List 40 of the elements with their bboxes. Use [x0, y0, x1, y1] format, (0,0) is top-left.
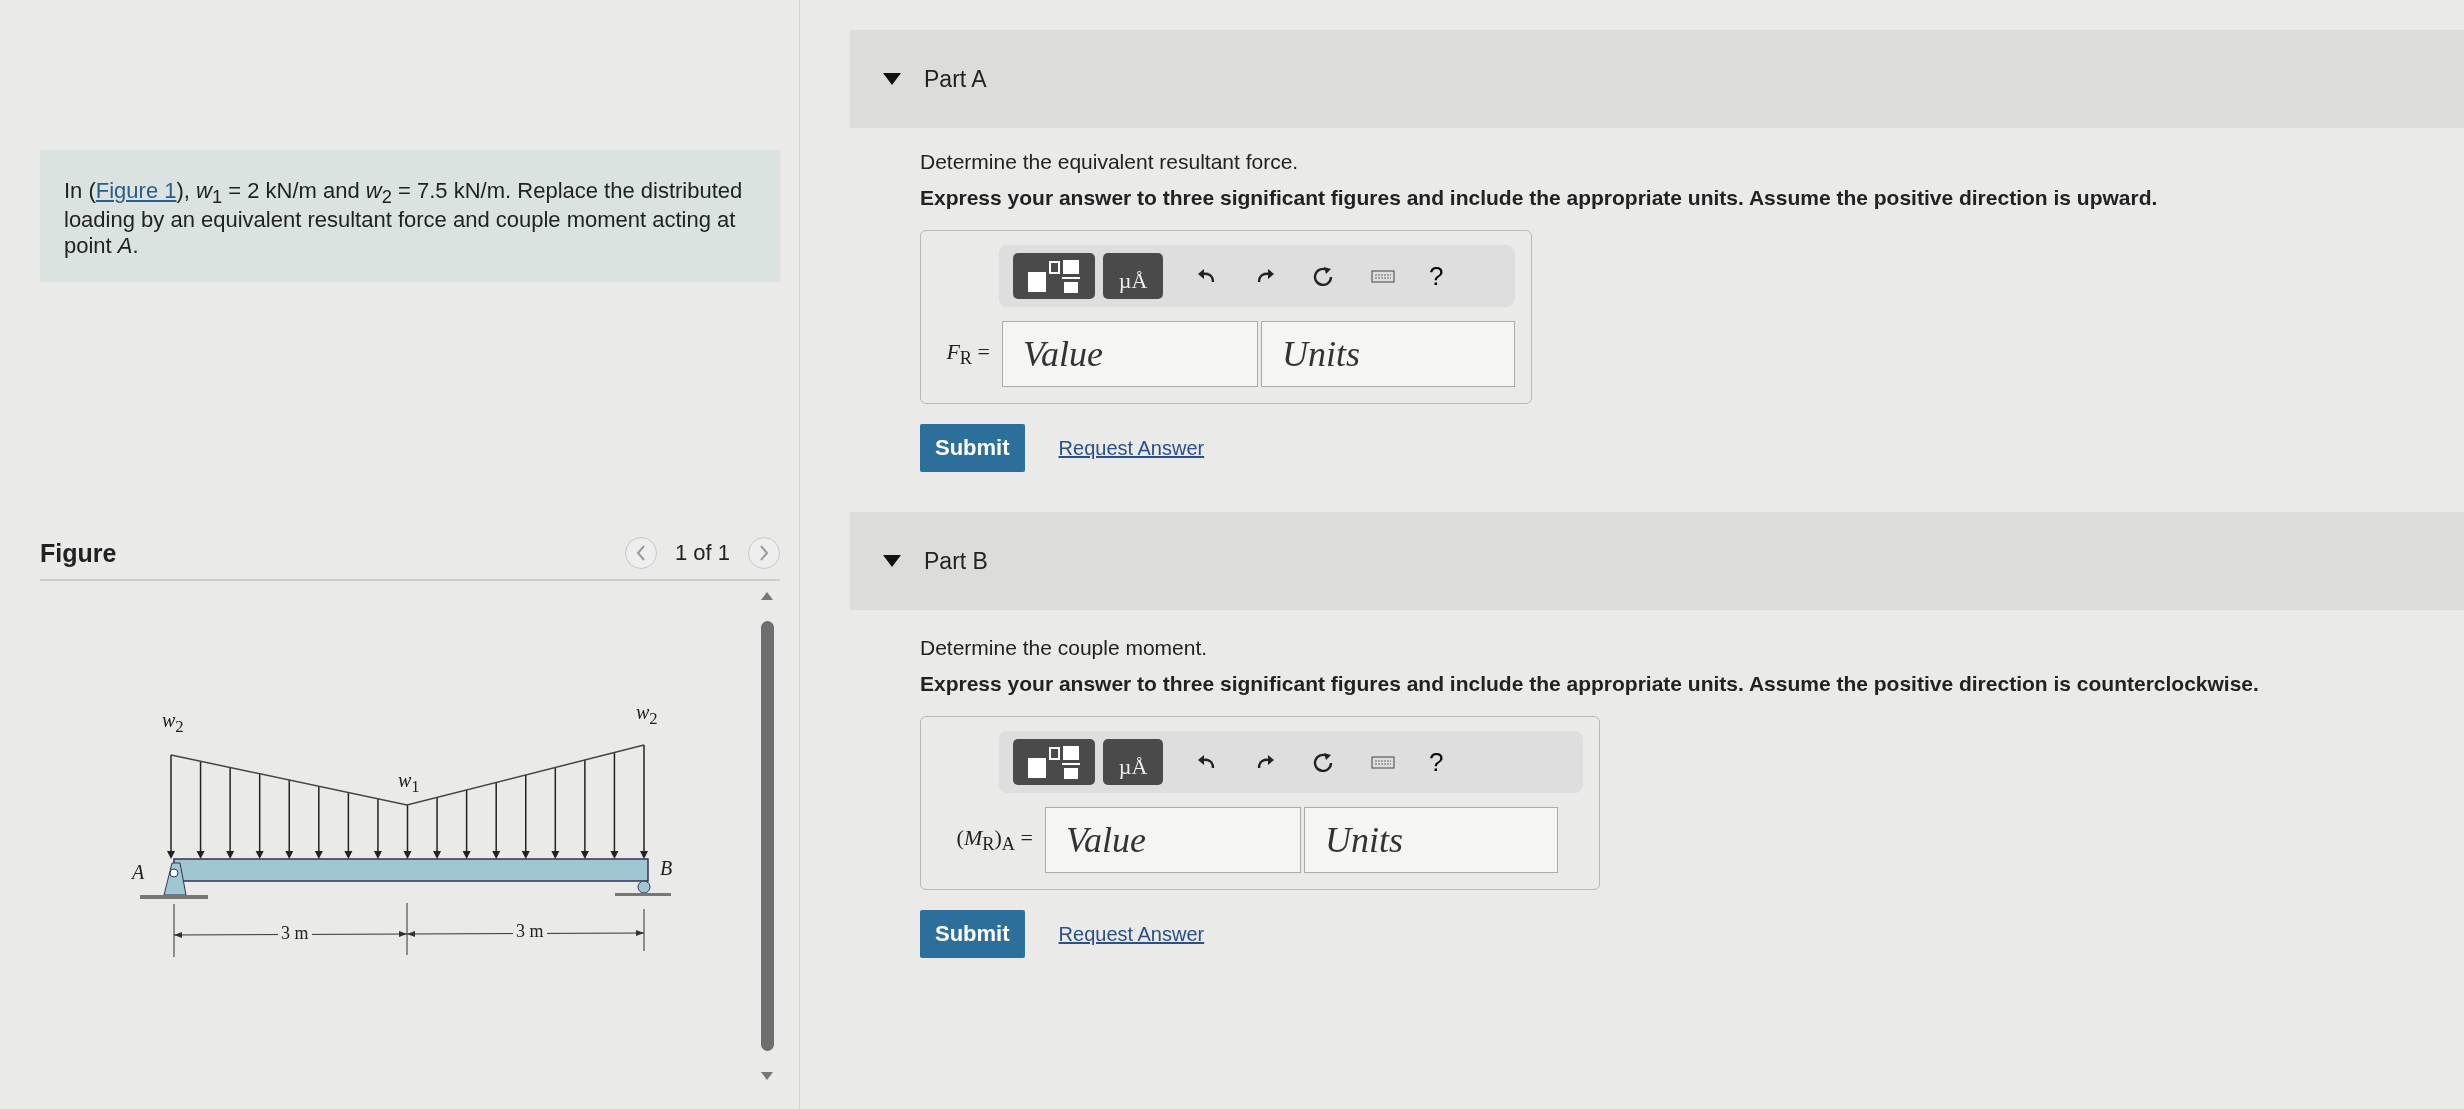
diagram-label: w$_{2}$ [162, 709, 184, 738]
value-field[interactable]: Value [1002, 321, 1258, 387]
submit-button[interactable]: Submit [920, 910, 1025, 958]
figure-link[interactable]: Figure 1 [95, 178, 177, 203]
scrollbar-thumb[interactable] [760, 621, 774, 1052]
request-answer-link[interactable]: Request Answer [1058, 922, 1205, 946]
figure-title: Figure [40, 538, 118, 568]
part-title: Part B [924, 547, 988, 575]
question-text: Determine the equivalent resultant force. [920, 150, 1300, 174]
templates-button[interactable] [1013, 739, 1095, 785]
question-text: Determine the couple moment. [920, 636, 1209, 660]
part-header[interactable]: Part A [850, 30, 2464, 128]
chevron-right-icon [758, 544, 770, 563]
part-header[interactable]: Part B [850, 512, 2464, 610]
scroll-up-icon[interactable] [760, 591, 774, 602]
templates-button[interactable] [1013, 253, 1095, 299]
help-button[interactable]: ? [1429, 260, 1444, 292]
page-counter: 1 of 1 [674, 540, 730, 567]
diagram-label: B [660, 857, 673, 881]
fraction-template-icon [1026, 744, 1082, 780]
help-button[interactable]: ? [1429, 746, 1444, 778]
diagram-label: A [132, 861, 145, 885]
part-title: Part A [924, 65, 987, 93]
units-field[interactable]: Units [1304, 807, 1558, 873]
units-button[interactable]: µÅ [1103, 739, 1163, 785]
units-button[interactable]: µÅ [1103, 253, 1163, 299]
submit-button[interactable]: Submit [920, 424, 1025, 472]
request-answer-link[interactable]: Request Answer [1058, 436, 1205, 460]
instruction-text: Express your answer to three significant figures and include the appropriate units. Assume the positive direction is counterclockwise. [920, 672, 2260, 696]
variable-label: F$_{R}$ = [945, 338, 990, 370]
variable-label: (M$_{R}$)$_{A}$ = [955, 824, 1033, 856]
scroll-down-icon[interactable] [760, 1071, 774, 1082]
value-field[interactable]: Value [1045, 807, 1301, 873]
chevron-left-icon [634, 544, 647, 563]
fraction-template-icon [1026, 258, 1082, 294]
units-field[interactable]: Units [1261, 321, 1515, 387]
problem-text: In (Figure 1), w$_{1}$ = 2 kN/m and w$_{2}$ = 7.5 kN/m. Replace the distributed loading by an equivalent resultant force and couple moment acting at point A. [40, 150, 780, 283]
instruction-text: Express your answer to three significant figures and include the appropriate units. Assume the positive direction is upward. [920, 186, 2159, 210]
diagram-label: w$_{1}$ [398, 769, 420, 798]
diagram-label: w$_{2}$ [636, 701, 658, 730]
